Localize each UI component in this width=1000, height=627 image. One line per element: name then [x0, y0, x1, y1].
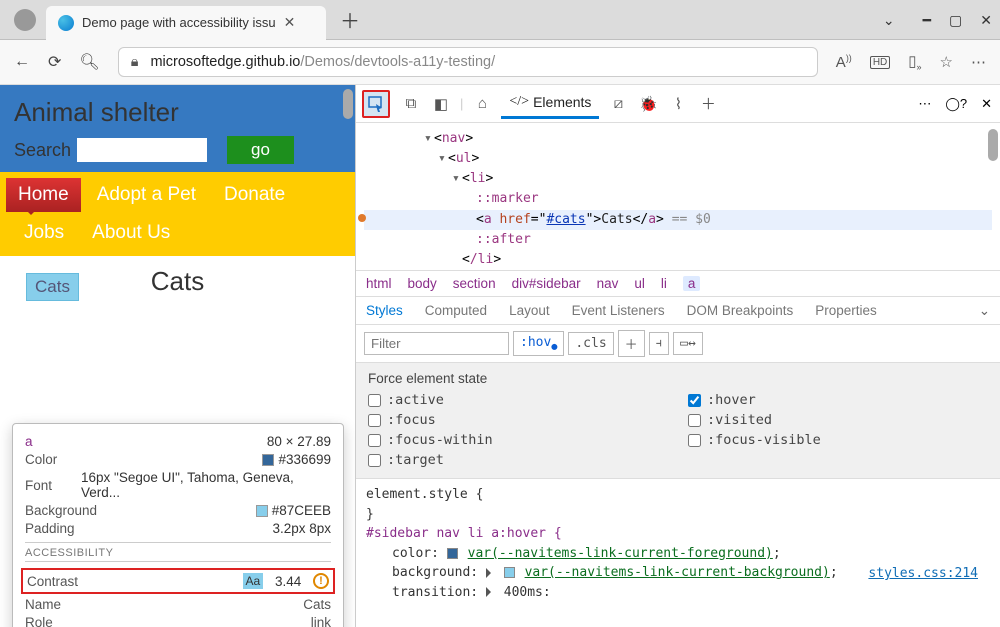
state-active[interactable]: :active: [368, 392, 668, 408]
dock-icon[interactable]: ◧: [430, 93, 452, 115]
subtab-props[interactable]: Properties: [815, 303, 877, 318]
styles-subtabs: Styles Computed Layout Event Listeners D…: [356, 297, 1000, 325]
more-icon[interactable]: ⋯: [971, 53, 986, 71]
nav-about[interactable]: About Us: [80, 216, 182, 250]
profile-avatar[interactable]: [14, 9, 36, 31]
tab-title: Demo page with accessibility issu: [82, 15, 276, 30]
page-viewport: Animal shelter Search go Home Adopt a Pe…: [0, 85, 355, 627]
subtab-styles[interactable]: Styles: [366, 303, 403, 318]
window-close-button[interactable]: ✕: [980, 12, 992, 29]
subtab-events[interactable]: Event Listeners: [572, 303, 665, 318]
chevron-down-icon[interactable]: ⌄: [883, 12, 895, 29]
nav-donate[interactable]: Donate: [212, 178, 297, 212]
device-toggle-icon[interactable]: ⧉: [400, 93, 422, 115]
minimize-button[interactable]: ━: [923, 12, 931, 29]
nav-adopt[interactable]: Adopt a Pet: [85, 178, 208, 212]
help-icon[interactable]: ◯?: [945, 96, 967, 112]
url-path: /Demos/devtools-a11y-testing/: [300, 54, 495, 70]
color-swatch[interactable]: [447, 548, 458, 559]
contrast-row-highlight: Contrast Aa 3.44 !: [21, 568, 335, 594]
refresh-button[interactable]: ⟳: [48, 52, 61, 72]
inspect-tooltip: a 80 × 27.89 Color#336699 Font16px "Sego…: [12, 423, 344, 627]
more-tabs-icon[interactable]: ＋: [697, 93, 719, 115]
layout-toggle-icon[interactable]: ▭↔: [673, 332, 703, 355]
styles-filter-input[interactable]: [364, 332, 509, 355]
page-header: Animal shelter Search go: [0, 85, 355, 172]
expand-icon[interactable]: [486, 587, 496, 597]
selected-dom-node: <a href="#cats">Cats</a> == $0: [364, 210, 992, 230]
browser-tab[interactable]: Demo page with accessibility issu ✕: [46, 6, 326, 40]
force-element-state-panel: Force element state :active :hover :focu…: [356, 363, 1000, 479]
tab-elements[interactable]: </>Elements: [501, 88, 599, 119]
viewport-scrollbar[interactable]: [343, 89, 353, 119]
accessibility-section-label: ACCESSIBILITY: [25, 542, 331, 562]
welcome-icon[interactable]: ⌂: [471, 93, 493, 115]
lock-icon: 🔒︎: [131, 54, 139, 70]
cls-toggle[interactable]: .cls: [568, 332, 613, 355]
favorite-icon[interactable]: ☆: [940, 53, 953, 71]
maximize-button[interactable]: ▢: [949, 12, 962, 29]
tooltip-tagname: a: [25, 434, 33, 449]
state-hover[interactable]: :hover: [688, 392, 988, 408]
issues-icon[interactable]: 🐞: [637, 93, 659, 115]
hov-toggle[interactable]: :hov●: [513, 331, 564, 357]
reader-icon[interactable]: ▯»: [908, 52, 921, 72]
state-focus-visible[interactable]: :focus-visible: [688, 432, 988, 448]
search-label: Search: [14, 140, 71, 161]
bg-swatch: [256, 505, 268, 517]
main-nav: Home Adopt a Pet Donate Jobs About Us: [0, 172, 355, 256]
subtab-computed[interactable]: Computed: [425, 303, 487, 318]
nav-home[interactable]: Home: [6, 178, 81, 212]
filter-row: :hov● .cls ＋ ⫞ ▭↔: [356, 325, 1000, 363]
back-button[interactable]: ←: [14, 53, 30, 71]
devtools-panel: ⧉ ◧ | ⌂ </>Elements ⧄ 🐞 ⌇ ＋ ⋯ ◯? ✕ ▾<nav…: [355, 85, 1000, 627]
url-field[interactable]: 🔒︎ microsoftedge.github.io/Demos/devtool…: [118, 47, 818, 77]
breadcrumb[interactable]: html body section div#sidebar nav ul li …: [356, 271, 1000, 297]
edge-icon: [58, 15, 74, 31]
dom-tree[interactable]: ▾<nav> ▾<ul> ▾<li> ::marker <a href="#ca…: [356, 123, 1000, 271]
window-titlebar: Demo page with accessibility issu ✕ ＋ ⌄ …: [0, 0, 1000, 40]
more-tools-icon[interactable]: ⋯: [918, 96, 931, 112]
aa-chip: Aa: [243, 573, 264, 589]
color-swatch: [262, 454, 274, 466]
url-domain: microsoftedge.github.io: [150, 54, 300, 70]
state-focus[interactable]: :focus: [368, 412, 668, 428]
search-icon[interactable]: 🔍︎: [79, 52, 99, 72]
styles-rules[interactable]: element.style { } #sidebar nav li a:hove…: [356, 479, 1000, 599]
expand-icon[interactable]: [486, 568, 496, 578]
style-source-link[interactable]: styles.css:214: [868, 564, 978, 584]
page-title: Animal shelter: [14, 97, 341, 128]
tooltip-dimensions: 80 × 27.89: [267, 434, 331, 449]
subtab-dombp[interactable]: DOM Breakpoints: [687, 303, 794, 318]
devtools-close-button[interactable]: ✕: [981, 96, 992, 112]
dom-scrollbar[interactable]: [988, 129, 998, 161]
go-button[interactable]: go: [227, 136, 294, 164]
section-heading: Cats Cats: [0, 256, 355, 307]
devtools-tabbar: ⧉ ◧ | ⌂ </>Elements ⧄ 🐞 ⌇ ＋ ⋯ ◯? ✕: [356, 85, 1000, 123]
address-bar: ← ⟳ 🔍︎ 🔒︎ microsoftedge.github.io/Demos/…: [0, 40, 1000, 85]
inspect-element-button[interactable]: [362, 90, 390, 118]
warning-icon: !: [313, 573, 329, 589]
state-visited[interactable]: :visited: [688, 412, 988, 428]
inspected-cats-link[interactable]: Cats: [26, 273, 79, 301]
console-icon[interactable]: ⧄: [607, 93, 629, 115]
chevron-down-icon[interactable]: ⌄: [979, 303, 990, 319]
computed-toggle-icon[interactable]: ⫞: [649, 332, 670, 355]
network-conditions-icon[interactable]: ⌇: [667, 93, 689, 115]
hd-icon[interactable]: HD: [870, 56, 890, 69]
close-icon[interactable]: ✕: [284, 14, 296, 31]
new-tab-button[interactable]: ＋: [340, 5, 360, 34]
state-target[interactable]: :target: [368, 452, 668, 468]
nav-jobs[interactable]: Jobs: [6, 216, 76, 250]
new-style-rule-button[interactable]: ＋: [618, 330, 645, 357]
subtab-layout[interactable]: Layout: [509, 303, 550, 318]
bg-swatch[interactable]: [504, 567, 515, 578]
search-input[interactable]: [77, 138, 207, 162]
state-focus-within[interactable]: :focus-within: [368, 432, 668, 448]
read-aloud-icon[interactable]: A)): [836, 53, 852, 71]
